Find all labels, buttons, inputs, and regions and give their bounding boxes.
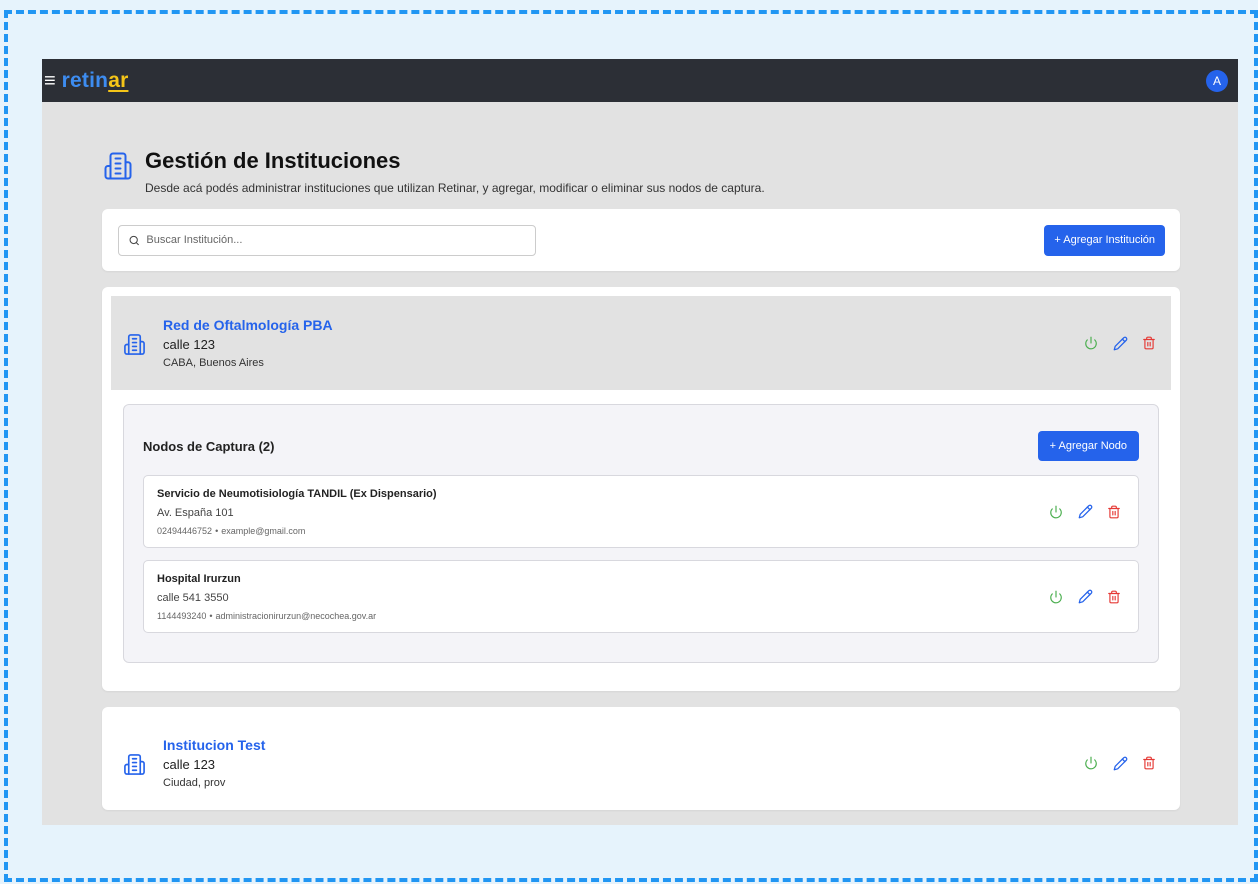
- menu-icon[interactable]: ≡: [44, 71, 56, 91]
- nodes-header: Nodos de Captura (2) + Agregar Nodo: [143, 431, 1139, 461]
- node-contact: 02494446752 • example@gmail.com: [157, 526, 437, 536]
- search-input[interactable]: [146, 234, 526, 246]
- power-icon[interactable]: [1083, 335, 1099, 351]
- institution-card: Institucion Test calle 123 Ciudad, prov: [102, 707, 1180, 810]
- institution-city: Ciudad, prov: [163, 777, 226, 789]
- node-card: Servicio de Neumotisiología TANDIL (Ex D…: [143, 475, 1139, 548]
- trash-icon[interactable]: [1141, 755, 1157, 771]
- logo-part-2: ar: [108, 68, 129, 92]
- institution-city: CABA, Buenos Aires: [163, 357, 264, 369]
- node-name: Servicio de Neumotisiología TANDIL (Ex D…: [157, 487, 437, 500]
- institution-street: calle 123: [163, 757, 216, 772]
- node-address: calle 541 3550: [157, 591, 229, 604]
- page-subtitle: Desde acá podés administrar institucione…: [145, 181, 765, 195]
- power-icon[interactable]: [1048, 504, 1064, 520]
- logo-part-1: retin: [61, 68, 109, 92]
- contact-separator: •: [209, 610, 213, 621]
- app-window: ≡ retinar A Gestión de Instituciones Des…: [42, 59, 1238, 825]
- pencil-icon[interactable]: [1112, 755, 1128, 771]
- node-actions: [1048, 504, 1122, 520]
- node-card: Hospital Irurzun calle 541 3550 11444932…: [143, 560, 1139, 633]
- page-header: Gestión de Instituciones Desde acá podés…: [102, 146, 1180, 195]
- building-icon: [124, 333, 145, 355]
- trash-icon[interactable]: [1141, 335, 1157, 351]
- node-info: Servicio de Neumotisiología TANDIL (Ex D…: [157, 488, 437, 536]
- node-phone: 02494446752: [157, 525, 213, 536]
- add-institution-button[interactable]: + Agregar Institución: [1044, 224, 1165, 256]
- institution-header[interactable]: Red de Oftalmología PBA calle 123 CABA, …: [111, 296, 1171, 390]
- search-box[interactable]: [118, 224, 536, 256]
- institution-info: Red de Oftalmología PBA calle 123 CABA, …: [123, 317, 333, 369]
- node-address: Av. España 101: [157, 506, 234, 519]
- search-toolbar: + Agregar Institución: [102, 209, 1180, 271]
- avatar[interactable]: A: [1206, 69, 1228, 92]
- institution-header[interactable]: Institucion Test calle 123 Ciudad, prov: [111, 716, 1171, 810]
- main-content: Gestión de Instituciones Desde acá podés…: [42, 146, 1238, 810]
- institution-name[interactable]: Institucion Test: [163, 737, 265, 753]
- node-email: administracionirurzun@necochea.gov.ar: [215, 610, 377, 621]
- building-icon: [104, 152, 132, 180]
- logo[interactable]: retinar: [62, 69, 129, 93]
- building-icon: [124, 753, 145, 775]
- contact-separator: •: [215, 525, 219, 536]
- trash-icon[interactable]: [1106, 504, 1122, 520]
- node-info: Hospital Irurzun calle 541 3550 11444932…: [157, 573, 376, 621]
- brand: ≡ retinar: [44, 69, 128, 93]
- node-phone: 1144493240: [157, 610, 207, 621]
- add-node-button[interactable]: + Agregar Nodo: [1037, 431, 1139, 461]
- capture-nodes-panel: Nodos de Captura (2) + Agregar Nodo Serv…: [123, 404, 1159, 663]
- pencil-icon[interactable]: [1077, 589, 1093, 605]
- pencil-icon[interactable]: [1112, 335, 1128, 351]
- page-title: Gestión de Instituciones: [145, 148, 401, 173]
- nodes-title: Nodos de Captura (2): [143, 438, 275, 454]
- node-actions: [1048, 589, 1122, 605]
- node-email: example@gmail.com: [221, 525, 306, 536]
- institution-info: Institucion Test calle 123 Ciudad, prov: [123, 737, 265, 789]
- institution-actions: [1083, 755, 1157, 771]
- power-icon[interactable]: [1048, 589, 1064, 605]
- trash-icon[interactable]: [1106, 589, 1122, 605]
- power-icon[interactable]: [1083, 755, 1099, 771]
- institution-card: Red de Oftalmología PBA calle 123 CABA, …: [102, 287, 1180, 691]
- search-icon: [129, 235, 139, 245]
- pencil-icon[interactable]: [1077, 504, 1093, 520]
- node-name: Hospital Irurzun: [157, 572, 241, 585]
- node-contact: 1144493240 • administracionirurzun@necoche…: [157, 611, 376, 621]
- top-navbar: ≡ retinar A: [42, 59, 1238, 102]
- institution-name[interactable]: Red de Oftalmología PBA: [163, 317, 333, 333]
- institution-actions: [1083, 335, 1157, 351]
- institution-street: calle 123: [163, 337, 216, 352]
